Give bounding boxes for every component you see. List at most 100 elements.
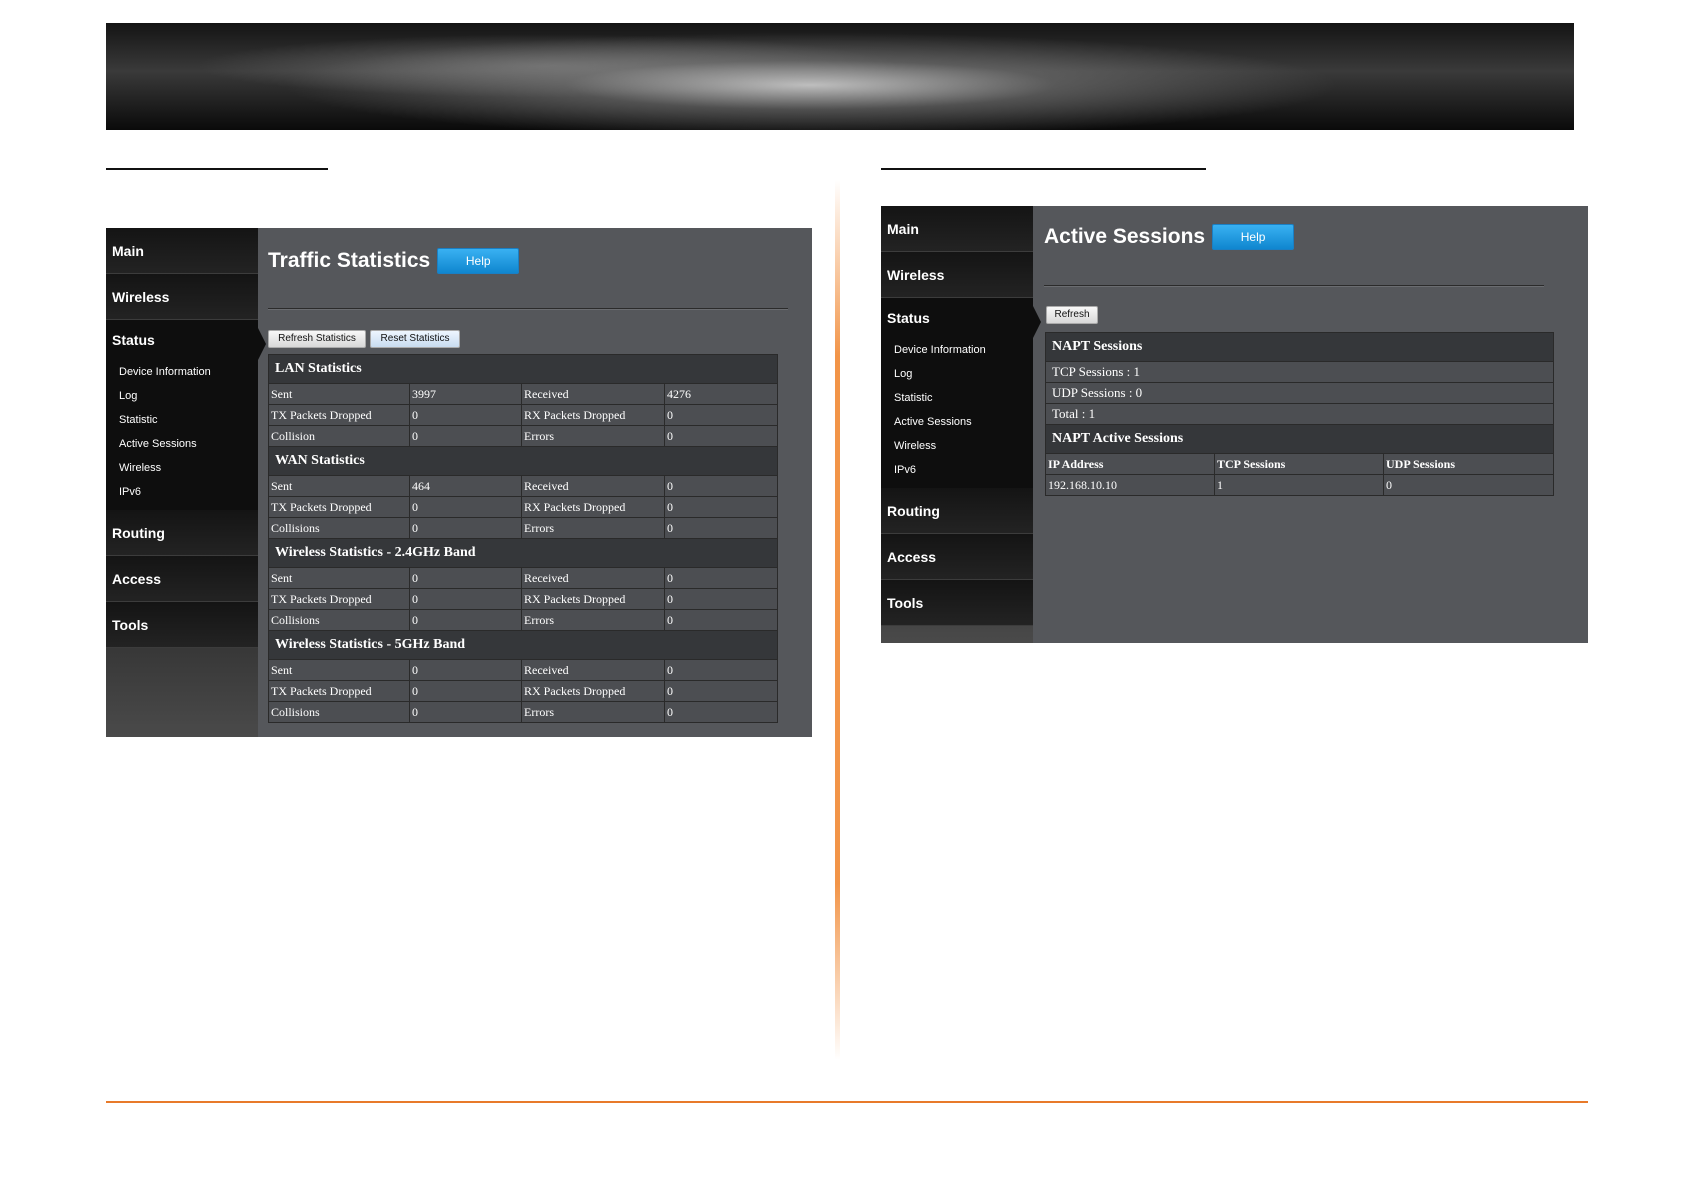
help-button[interactable]: Help (1212, 224, 1295, 250)
section-heading: Wireless Statistics - 2.4GHz Band (267, 538, 779, 568)
sub-wireless[interactable]: Wireless (106, 456, 258, 480)
total-sessions-count: Total : 1 (1044, 403, 1555, 425)
help-button[interactable]: Help (437, 248, 520, 274)
cell-label-b: Received (521, 475, 665, 497)
nav-tools[interactable]: Tools (881, 580, 1033, 626)
left-heading-rule (106, 168, 328, 170)
cell-label-b: Received (521, 659, 665, 681)
table-row: 192.168.10.10 1 0 (1045, 474, 1555, 496)
napt-sessions-heading: NAPT Sessions (1044, 332, 1555, 362)
sub-log[interactable]: Log (881, 362, 1033, 386)
sub-device-information[interactable]: Device Information (106, 360, 258, 384)
table-header-row: IP Address TCP Sessions UDP Sessions (1045, 453, 1555, 475)
table-row: TX Packets Dropped 0 RX Packets Dropped 0 (268, 588, 779, 610)
cell-value-b: 0 (663, 567, 779, 589)
cell-label-a: TX Packets Dropped (268, 496, 410, 518)
section-heading: WAN Statistics (267, 446, 779, 476)
table-row: Sent 0 Received 0 (268, 567, 779, 589)
cell-label-b: Received (521, 383, 665, 405)
nav-access[interactable]: Access (881, 534, 1033, 580)
sidebar: Main Wireless Status Device Information … (881, 206, 1041, 643)
cell-label-a: Collisions (268, 517, 410, 539)
napt-sessions-table: NAPT Sessions TCP Sessions : 1 UDP Sessi… (1044, 332, 1555, 496)
table-row: Sent 3997 Received 4276 (268, 383, 779, 405)
cell-value-b: 0 (663, 588, 779, 610)
cell-value-a: 0 (409, 680, 522, 702)
nav-wireless[interactable]: Wireless (881, 252, 1033, 298)
cell-value-a: 0 (409, 659, 522, 681)
cell-tcp-sessions: 1 (1214, 474, 1384, 496)
nav-routing[interactable]: Routing (881, 488, 1033, 534)
cell-value-b: 0 (663, 496, 779, 518)
cell-value-a: 0 (409, 609, 522, 631)
table-row: Collisions 0 Errors 0 (268, 609, 779, 631)
cell-value-a: 0 (409, 567, 522, 589)
cell-label-b: Errors (521, 425, 665, 447)
col-udp-sessions: UDP Sessions (1382, 453, 1555, 475)
cell-value-a: 0 (409, 404, 522, 426)
sub-active-sessions[interactable]: Active Sessions (881, 410, 1033, 434)
cell-value-a: 0 (409, 496, 522, 518)
nav-routing[interactable]: Routing (106, 510, 258, 556)
napt-active-heading: NAPT Active Sessions (1044, 424, 1555, 454)
cell-value-b: 4276 (663, 383, 779, 405)
refresh-statistics-button[interactable]: Refresh Statistics (268, 330, 366, 348)
nav-status[interactable]: Status (881, 298, 1041, 338)
cell-label-a: TX Packets Dropped (268, 680, 410, 702)
sub-log[interactable]: Log (106, 384, 258, 408)
title-divider (1044, 285, 1544, 287)
title-divider (268, 308, 788, 310)
status-submenu: Device Information Log Statistic Active … (106, 360, 258, 510)
main-content: Active Sessions Help Refresh NAPT Sessio… (1033, 206, 1588, 643)
nav-main[interactable]: Main (106, 228, 258, 274)
nav-main[interactable]: Main (881, 206, 1033, 252)
cell-value-a: 0 (409, 701, 522, 723)
nav-access[interactable]: Access (106, 556, 258, 602)
cell-value-b: 0 (663, 425, 779, 447)
cell-value-b: 0 (663, 680, 779, 702)
tcp-sessions-count: TCP Sessions : 1 (1044, 361, 1555, 383)
sub-statistic[interactable]: Statistic (881, 386, 1033, 410)
cell-label-b: Errors (521, 701, 665, 723)
nav-wireless[interactable]: Wireless (106, 274, 258, 320)
active-sessions-screenshot: Main Wireless Status Device Information … (881, 206, 1588, 643)
cell-label-a: Sent (268, 567, 410, 589)
nav-tools[interactable]: Tools (106, 602, 258, 648)
section-heading: LAN Statistics (267, 354, 779, 384)
refresh-button[interactable]: Refresh (1046, 306, 1098, 324)
cell-label-a: Collisions (268, 609, 410, 631)
sub-ipv6[interactable]: IPv6 (881, 458, 1033, 482)
sub-active-sessions[interactable]: Active Sessions (106, 432, 258, 456)
footer-line (106, 1101, 1588, 1103)
sub-statistic[interactable]: Statistic (106, 408, 258, 432)
traffic-stats-table: LAN Statistics Sent 3997 Received 4276 TX Pac… (267, 354, 779, 723)
cell-label-a: TX Packets Dropped (268, 588, 410, 610)
table-row: TX Packets Dropped 0 RX Packets Dropped 0 (268, 404, 779, 426)
page-title: Active Sessions (1044, 225, 1206, 248)
cell-label-a: Collision (268, 425, 410, 447)
traffic-statistics-screenshot: Main Wireless Status Device Information … (106, 228, 812, 737)
cell-value-a: 464 (409, 475, 522, 497)
table-row: Collisions 0 Errors 0 (268, 517, 779, 539)
cell-label-b: Errors (521, 609, 665, 631)
status-submenu: Device Information Log Statistic Active … (881, 338, 1033, 488)
header-banner (106, 23, 1574, 130)
reset-statistics-button[interactable]: Reset Statistics (370, 330, 460, 348)
right-heading-rule (881, 168, 1206, 170)
table-row: TX Packets Dropped 0 RX Packets Dropped 0 (268, 680, 779, 702)
sub-wireless[interactable]: Wireless (881, 434, 1033, 458)
cell-value-b: 0 (663, 475, 779, 497)
nav-status[interactable]: Status (106, 320, 266, 360)
cell-label-a: Collisions (268, 701, 410, 723)
table-row: Sent 0 Received 0 (268, 659, 779, 681)
cell-value-b: 0 (663, 609, 779, 631)
table-row: Collisions 0 Errors 0 (268, 701, 779, 723)
cell-label-b: RX Packets Dropped (521, 680, 665, 702)
sub-device-information[interactable]: Device Information (881, 338, 1033, 362)
table-row: TX Packets Dropped 0 RX Packets Dropped 0 (268, 496, 779, 518)
cell-value-b: 0 (663, 659, 779, 681)
cell-label-a: Sent (268, 475, 410, 497)
sub-ipv6[interactable]: IPv6 (106, 480, 258, 504)
cell-label-b: RX Packets Dropped (521, 404, 665, 426)
cell-label-b: Errors (521, 517, 665, 539)
